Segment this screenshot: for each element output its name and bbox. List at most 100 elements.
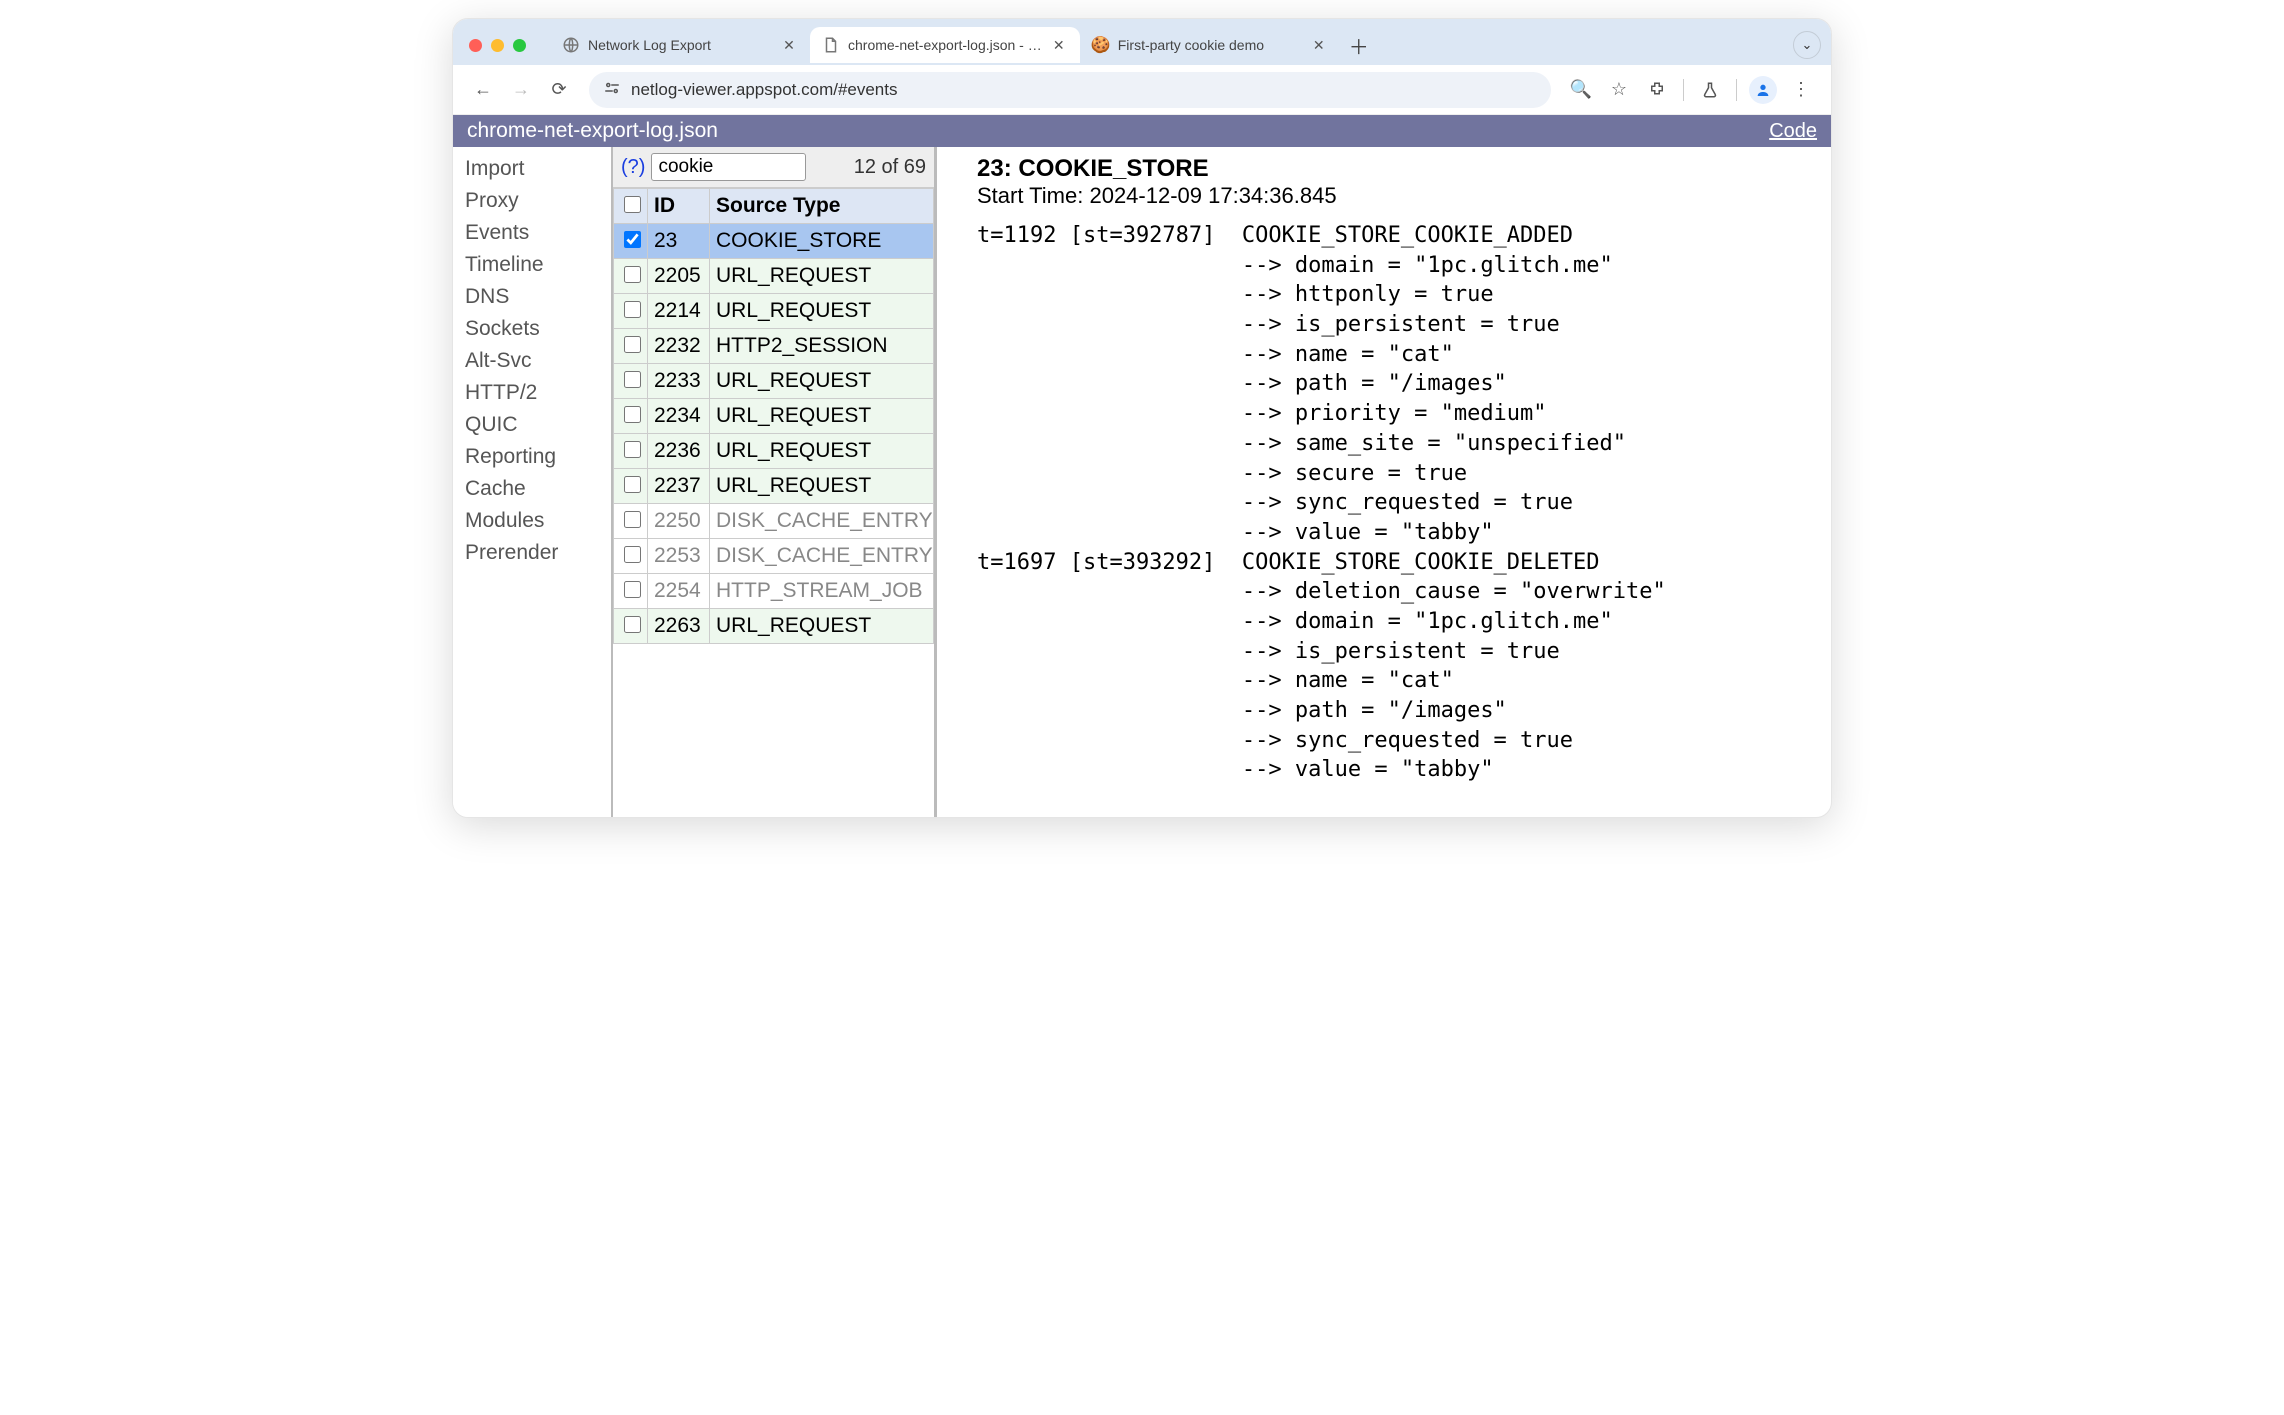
tab-title: Network Log Export <box>588 37 772 53</box>
menu-button[interactable]: ⋮ <box>1783 72 1819 108</box>
tab-overflow-button[interactable]: ⌄ <box>1793 31 1821 59</box>
row-checkbox[interactable] <box>624 231 641 248</box>
event-row[interactable]: 2253DISK_CACHE_ENTRY <box>614 539 934 574</box>
url-bar[interactable]: netlog-viewer.appspot.com/#events <box>589 72 1551 108</box>
divider <box>1683 79 1684 101</box>
row-source-type: DISK_CACHE_ENTRY <box>710 539 934 574</box>
browser-tab[interactable]: chrome-net-export-log.json - … ✕ <box>810 27 1080 63</box>
row-source-type: URL_REQUEST <box>710 434 934 469</box>
row-id: 2237 <box>648 469 710 504</box>
profile-button[interactable] <box>1745 72 1781 108</box>
row-id: 2233 <box>648 364 710 399</box>
extensions-icon[interactable] <box>1639 72 1675 108</box>
sidebar-item-proxy[interactable]: Proxy <box>465 185 611 217</box>
browser-tab[interactable]: 🍪First-party cookie demo✕ <box>1080 27 1340 63</box>
code-link[interactable]: Code <box>1769 120 1817 143</box>
detail-title: 23: COOKIE_STORE <box>977 155 1831 183</box>
row-id: 2250 <box>648 504 710 539</box>
row-id: 2232 <box>648 329 710 364</box>
tab-close-button[interactable]: ✕ <box>780 36 798 54</box>
favicon-icon: 🍪 <box>1092 36 1110 54</box>
event-row[interactable]: 2237URL_REQUEST <box>614 469 934 504</box>
source-column-header[interactable]: Source Type <box>710 189 934 224</box>
event-row[interactable]: 2214URL_REQUEST <box>614 294 934 329</box>
sidebar-item-modules[interactable]: Modules <box>465 505 611 537</box>
bookmark-icon[interactable]: ☆ <box>1601 72 1637 108</box>
new-tab-button[interactable]: ＋ <box>1344 31 1374 60</box>
window-zoom-button[interactable] <box>513 39 526 52</box>
browser-tab[interactable]: Network Log Export ✕ <box>550 27 810 63</box>
detail-start-time: Start Time: 2024-12-09 17:34:36.845 <box>977 183 1831 209</box>
row-id: 2236 <box>648 434 710 469</box>
sidebar-item-import[interactable]: Import <box>465 153 611 185</box>
row-id: 2205 <box>648 259 710 294</box>
events-table: ID Source Type 23COOKIE_STORE2205URL_REQ… <box>613 188 934 644</box>
row-checkbox[interactable] <box>624 511 641 528</box>
event-row[interactable]: 2263URL_REQUEST <box>614 609 934 644</box>
url-text: netlog-viewer.appspot.com/#events <box>631 80 898 100</box>
browser-window: Network Log Export✕chrome-net-export-log… <box>452 18 1832 818</box>
event-row[interactable]: 2233URL_REQUEST <box>614 364 934 399</box>
window-minimize-button[interactable] <box>491 39 504 52</box>
row-id: 23 <box>648 224 710 259</box>
filter-help-link[interactable]: (?) <box>621 156 645 179</box>
toolbar-right: 🔍 ☆ ⋮ <box>1563 72 1819 108</box>
sidebar-item-alt-svc[interactable]: Alt-Svc <box>465 345 611 377</box>
row-checkbox[interactable] <box>624 546 641 563</box>
labs-icon[interactable] <box>1692 72 1728 108</box>
divider <box>1736 79 1737 101</box>
id-column-header[interactable]: ID <box>648 189 710 224</box>
row-id: 2234 <box>648 399 710 434</box>
row-source-type: URL_REQUEST <box>710 294 934 329</box>
zoom-icon[interactable]: 🔍 <box>1563 72 1599 108</box>
row-checkbox[interactable] <box>624 301 641 318</box>
event-row[interactable]: 2234URL_REQUEST <box>614 399 934 434</box>
row-id: 2253 <box>648 539 710 574</box>
row-id: 2214 <box>648 294 710 329</box>
row-source-type: HTTP_STREAM_JOB <box>710 574 934 609</box>
forward-button[interactable]: → <box>503 72 539 108</box>
event-row[interactable]: 2232HTTP2_SESSION <box>614 329 934 364</box>
site-info-icon[interactable] <box>603 79 621 100</box>
row-checkbox[interactable] <box>624 476 641 493</box>
tab-close-button[interactable]: ✕ <box>1310 36 1328 54</box>
row-checkbox[interactable] <box>624 336 641 353</box>
sidebar-item-reporting[interactable]: Reporting <box>465 441 611 473</box>
row-checkbox[interactable] <box>624 371 641 388</box>
sidebar-item-cache[interactable]: Cache <box>465 473 611 505</box>
event-row[interactable]: 23COOKIE_STORE <box>614 224 934 259</box>
sidebar-item-http-2[interactable]: HTTP/2 <box>465 377 611 409</box>
row-source-type: DISK_CACHE_ENTRY <box>710 504 934 539</box>
sidebar-item-quic[interactable]: QUIC <box>465 409 611 441</box>
row-source-type: URL_REQUEST <box>710 259 934 294</box>
row-checkbox[interactable] <box>624 406 641 423</box>
row-source-type: URL_REQUEST <box>710 469 934 504</box>
app-body: ImportProxyEventsTimelineDNSSocketsAlt-S… <box>453 147 1831 817</box>
sidebar-item-prerender[interactable]: Prerender <box>465 537 611 569</box>
event-row[interactable]: 2254HTTP_STREAM_JOB <box>614 574 934 609</box>
sidebar: ImportProxyEventsTimelineDNSSocketsAlt-S… <box>453 147 611 817</box>
row-checkbox[interactable] <box>624 441 641 458</box>
event-row[interactable]: 2236URL_REQUEST <box>614 434 934 469</box>
event-row[interactable]: 2250DISK_CACHE_ENTRY <box>614 504 934 539</box>
tab-title: chrome-net-export-log.json - … <box>848 37 1042 53</box>
row-checkbox[interactable] <box>624 616 641 633</box>
sidebar-item-dns[interactable]: DNS <box>465 281 611 313</box>
filter-input[interactable] <box>651 153 806 181</box>
select-all-checkbox[interactable] <box>624 196 641 213</box>
window-close-button[interactable] <box>469 39 482 52</box>
row-source-type: HTTP2_SESSION <box>710 329 934 364</box>
select-all-header[interactable] <box>614 189 648 224</box>
row-id: 2254 <box>648 574 710 609</box>
row-checkbox[interactable] <box>624 266 641 283</box>
app-title-bar: chrome-net-export-log.json Code <box>453 115 1831 147</box>
reload-button[interactable]: ⟳ <box>541 72 577 108</box>
row-checkbox[interactable] <box>624 581 641 598</box>
sidebar-item-events[interactable]: Events <box>465 217 611 249</box>
sidebar-item-timeline[interactable]: Timeline <box>465 249 611 281</box>
back-button[interactable]: ← <box>465 72 501 108</box>
tab-close-button[interactable]: ✕ <box>1050 36 1068 54</box>
filter-row: (?) 12 of 69 <box>613 147 934 188</box>
event-row[interactable]: 2205URL_REQUEST <box>614 259 934 294</box>
sidebar-item-sockets[interactable]: Sockets <box>465 313 611 345</box>
